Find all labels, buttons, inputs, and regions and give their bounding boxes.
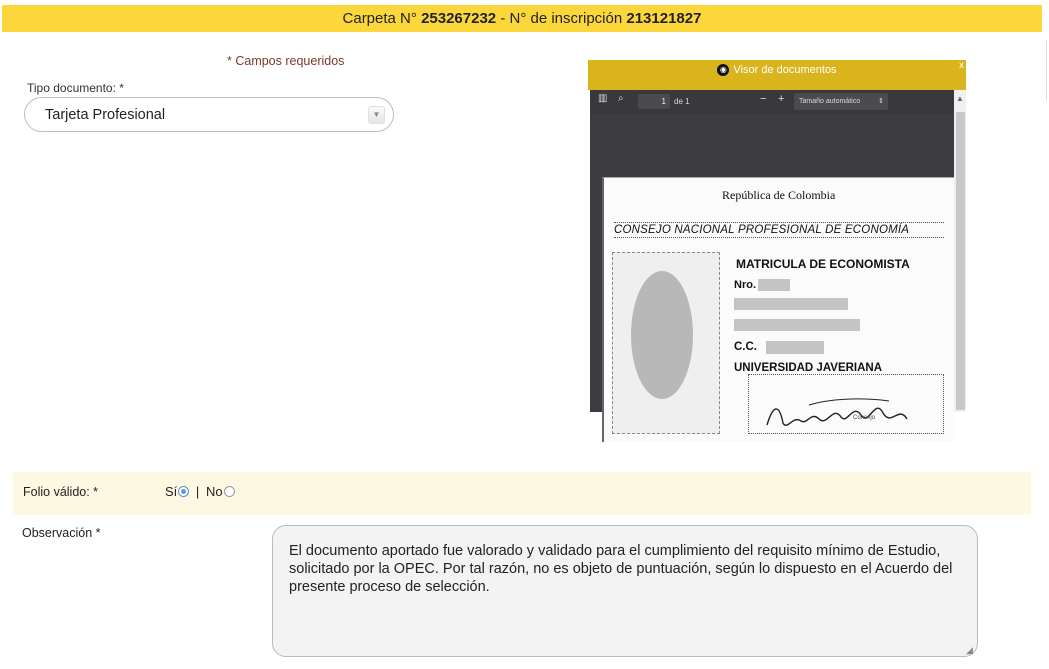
page-total: de 1 xyxy=(674,97,690,106)
doc-council: CONSEJO NACIONAL PROFESIONAL DE ECONOMÍA xyxy=(614,222,944,238)
redaction xyxy=(766,341,824,354)
zoom-out-icon[interactable]: − xyxy=(760,93,766,105)
redaction xyxy=(734,298,848,310)
carpeta-label: Carpeta N° xyxy=(342,10,417,27)
redaction xyxy=(758,279,790,291)
folio-label: Folio válido: * xyxy=(23,485,99,499)
signature-box: Consejo xyxy=(748,374,944,434)
signature-image xyxy=(766,398,908,426)
page-number-input[interactable]: 1 xyxy=(638,94,670,109)
doc-country: República de Colombia xyxy=(722,188,836,202)
folio-no-label: No xyxy=(205,484,223,499)
folio-yes-radio[interactable] xyxy=(178,486,190,498)
observacion-label: Observación * xyxy=(22,526,101,540)
doc-title: MATRICULA DE ECONOMISTA xyxy=(736,257,910,271)
redaction xyxy=(734,319,860,331)
chevron-down-icon: ⇕ xyxy=(878,98,884,105)
doc-nro-label: Nro. xyxy=(734,279,756,291)
inscripcion-label: - N° de inscripción xyxy=(500,10,623,27)
folio-radio-group: Sí | No xyxy=(165,484,235,499)
folio-yes-label: Sí xyxy=(165,484,178,499)
folio-divider: | xyxy=(195,484,200,499)
blurred-face xyxy=(631,271,693,399)
observacion-textarea[interactable]: El documento aportado fue valorado y val… xyxy=(272,525,978,657)
carpeta-number: 253267232 xyxy=(421,10,497,27)
header-bar: Carpeta N° 253267232 - N° de inscripción… xyxy=(2,5,1042,32)
tipo-documento-label: Tipo documento: * xyxy=(27,81,124,95)
tipo-documento-select[interactable]: Tarjeta Profesional ▼ xyxy=(24,97,394,132)
signature-caption: Consejo xyxy=(853,415,876,421)
inscripcion-number: 213121827 xyxy=(626,10,702,27)
scanned-card: República de Colombia CONSEJO NACIONAL P… xyxy=(602,177,954,442)
id-photo xyxy=(612,252,720,434)
viewer-title: Visor de documentos xyxy=(733,64,837,76)
document-viewer: ◉ Visor de documentos x ▥ ⌕ 1 de 1 − + Ta… xyxy=(588,60,966,442)
search-icon[interactable]: ⌕ xyxy=(618,93,624,104)
required-fields-note: * Campos requeridos xyxy=(227,54,345,68)
resize-grip-icon[interactable]: ◢ xyxy=(966,645,973,656)
zoom-value: Tamaño automático xyxy=(799,98,861,105)
close-icon[interactable]: x xyxy=(959,60,964,72)
tipo-documento-value: Tarjeta Profesional xyxy=(45,107,166,123)
scroll-up-icon[interactable]: ▲ xyxy=(956,94,964,103)
scrollbar-thumb[interactable] xyxy=(956,112,965,410)
doc-university: UNIVERSIDAD JAVERIANA xyxy=(734,362,883,374)
zoom-in-icon[interactable]: + xyxy=(778,93,784,105)
viewer-title-bar: ◉ Visor de documentos x xyxy=(588,60,966,90)
doc-cc-label: C.C. xyxy=(734,341,757,353)
sidebar-toggle-icon[interactable]: ▥ xyxy=(598,93,607,104)
divider xyxy=(1046,40,1047,100)
pdf-page-area[interactable]: República de Colombia CONSEJO NACIONAL P… xyxy=(590,114,954,442)
folio-no-radio[interactable] xyxy=(223,486,235,498)
eye-icon: ◉ xyxy=(717,64,730,77)
folio-row: Folio válido: * Sí | No xyxy=(13,472,1031,515)
chevron-down-icon[interactable]: ▼ xyxy=(368,106,385,124)
pdf-toolbar: ▥ ⌕ 1 de 1 − + Tamaño automático ⇕ xyxy=(590,90,954,114)
zoom-select[interactable]: Tamaño automático ⇕ xyxy=(794,93,888,110)
